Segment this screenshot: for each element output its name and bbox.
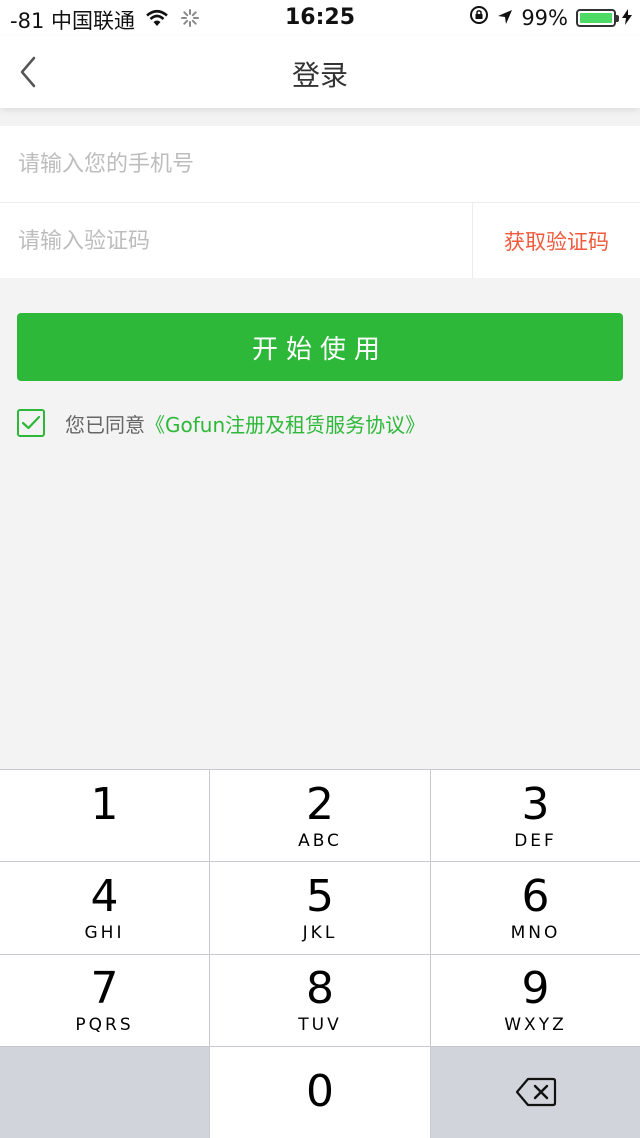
start-button[interactable]: 开始使用 [17,313,623,381]
key-digit: 5 [306,870,334,922]
backspace-icon [515,1078,556,1107]
key-0[interactable]: 0 [210,1046,430,1138]
phone-row [0,126,640,202]
agreement-link[interactable]: 《Gofun注册及租赁服务协议》 [145,409,425,438]
key-letters: DEF [514,830,557,851]
key-8[interactable]: 8 TUV [210,954,430,1046]
key-9[interactable]: 9 WXYZ [431,954,640,1046]
key-letters: PQRS [75,1015,134,1036]
verification-code-input[interactable] [18,203,458,279]
key-letters: MNO [510,922,561,943]
key-letters: JKL [302,922,338,943]
key-letters: TUV [298,1015,342,1036]
get-code-button[interactable]: 获取验证码 [472,203,640,279]
key-digit: 6 [521,870,550,922]
key-letters: GHI [84,922,125,943]
key-4[interactable]: 4 GHI [0,862,209,954]
orientation-lock-icon [469,5,489,30]
key-3[interactable]: 3 DEF [431,770,640,862]
key-letters: ABC [298,830,342,851]
key-letters: WXYZ [504,1015,567,1036]
key-digit: 0 [306,1066,334,1118]
agreement-row: 您已同意 《Gofun注册及租赁服务协议》 [17,408,425,438]
page-title: 登录 [291,59,348,92]
numeric-keypad: 1 2 ABC 3 DEF 4 GHI 5 JKL 6 MNO 7 PQRS 8… [0,769,640,1138]
key-digit: 1 [90,778,119,830]
key-2[interactable]: 2 ABC [210,770,430,862]
key-digit: 7 [90,963,119,1015]
key-digit: 9 [521,963,550,1015]
key-blank [0,1046,209,1138]
code-row: 获取验证码 [0,202,640,279]
login-form: 获取验证码 [0,126,640,279]
key-7[interactable]: 7 PQRS [0,954,209,1046]
battery-percent: 99% [521,5,568,30]
delete-key[interactable] [431,1046,640,1138]
key-digit: 3 [521,778,550,830]
agreement-checkbox[interactable] [17,409,45,437]
key-digit: 2 [306,778,334,830]
key-digit: 4 [90,870,119,922]
location-arrow-icon [497,6,513,30]
status-bar: -81 中国联通 16:25 99% [0,0,640,36]
agreement-prefix: 您已同意 [65,412,145,437]
phone-input[interactable] [18,126,458,202]
key-digit: 8 [306,963,334,1015]
charging-bolt-icon [622,6,632,30]
key-6[interactable]: 6 MNO [431,862,640,954]
nav-bar: 登录 [0,36,640,108]
key-5[interactable]: 5 JKL [210,862,430,954]
key-1[interactable]: 1 [0,770,209,862]
battery-icon [576,8,619,27]
checkmark-icon [21,415,41,430]
